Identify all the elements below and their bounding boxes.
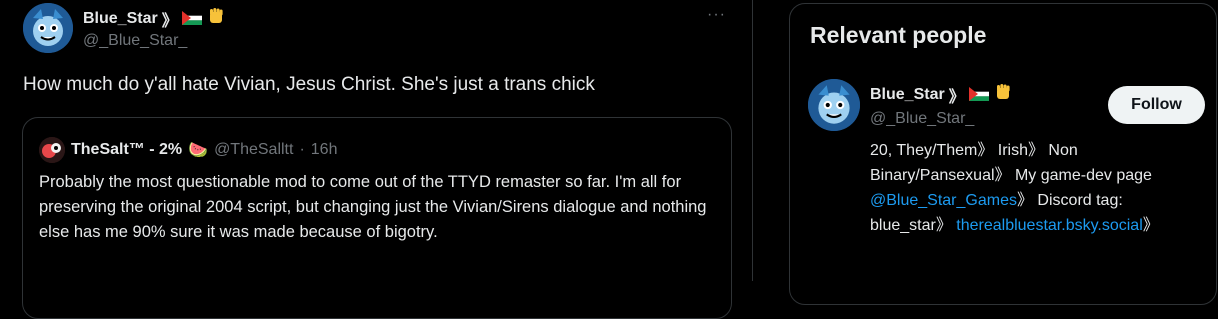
- bio-text: 20, They/Them》 Irish》 Non Binary/Pansexu…: [870, 142, 1152, 184]
- author-name[interactable]: Blue_Star: [83, 10, 158, 28]
- tweet-text: How much do y'all hate Vivian, Jesus Chr…: [23, 74, 595, 95]
- person-bio: 20, They/Them》 Irish》 Non Binary/Pansexu…: [870, 138, 1206, 238]
- quote-handle[interactable]: @TheSalltt: [214, 141, 293, 159]
- bio-link-games[interactable]: @Blue_Star_Games: [870, 192, 1017, 209]
- quote-time[interactable]: 16h: [311, 141, 338, 159]
- quote-text: Probably the most questionable mod to co…: [39, 173, 707, 241]
- name-suffix: 》: [161, 12, 178, 30]
- panel-title: Relevant people: [810, 22, 987, 48]
- raised-fist-icon: [206, 6, 226, 31]
- quoted-tweet[interactable]: TheSalt™ - 2% 🍉 @TheSalltt · 16h Probabl…: [22, 117, 732, 319]
- bio-text: 》: [1142, 217, 1159, 234]
- tweet: Blue_Star 》 @_Blue_Star_ ··· How much do…: [0, 0, 753, 319]
- author-handle[interactable]: @_Blue_Star_: [83, 32, 187, 50]
- avatar[interactable]: [23, 3, 73, 53]
- person-name[interactable]: Blue_Star: [870, 86, 945, 104]
- relevant-people-panel: Relevant people Blue_Star 》 @_Blue_Star_…: [789, 3, 1217, 305]
- raised-fist-icon: [993, 82, 1013, 107]
- more-icon[interactable]: ···: [707, 6, 726, 24]
- author-row: Blue_Star 》: [83, 6, 226, 31]
- person-handle[interactable]: @_Blue_Star_: [870, 110, 974, 128]
- quote-header: TheSalt™ - 2% 🍉 @TheSalltt · 16h: [39, 137, 337, 163]
- watermelon-icon: 🍉: [188, 142, 209, 159]
- person-name-row: Blue_Star 》: [870, 82, 1013, 107]
- name-suffix: 》: [948, 88, 965, 106]
- palestine-flag-icon: [968, 86, 989, 104]
- palestine-flag-icon: [181, 10, 202, 28]
- avatar[interactable]: [808, 79, 860, 131]
- separator: ·: [299, 141, 305, 158]
- quote-author-name[interactable]: TheSalt™ - 2%: [71, 141, 182, 159]
- bio-link-bsky[interactable]: therealbluestar.bsky.social: [956, 217, 1142, 234]
- follow-button[interactable]: Follow: [1108, 86, 1205, 124]
- quote-avatar[interactable]: [39, 137, 65, 163]
